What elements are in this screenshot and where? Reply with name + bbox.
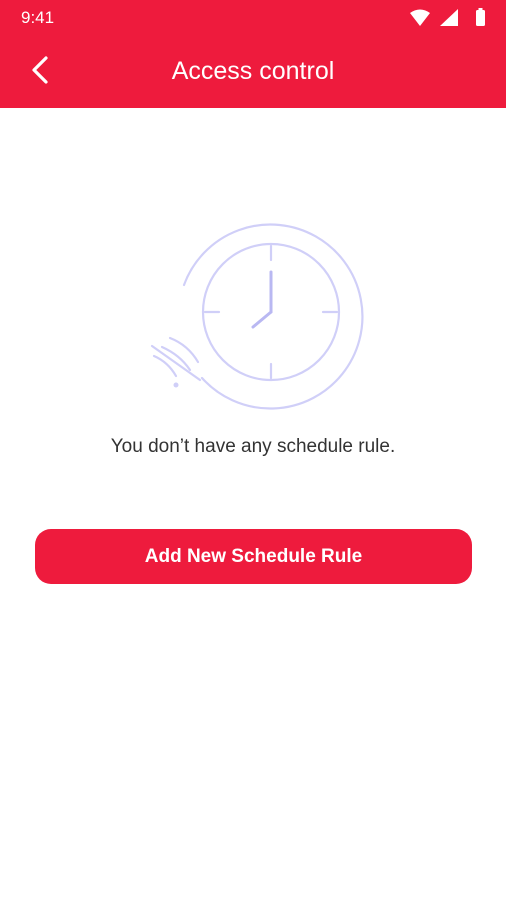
status-icons-svg	[410, 8, 485, 26]
toolbar: Access control	[0, 36, 506, 108]
access-control-screen: 9:41 Access control You don’t have any s…	[0, 0, 506, 900]
battery-icon	[476, 8, 485, 26]
empty-state-message: You don’t have any schedule rule.	[110, 436, 396, 457]
status-bar: 9:41	[0, 0, 506, 36]
clock-icon	[150, 223, 364, 410]
signal-icon	[440, 9, 458, 26]
app-bar: 9:41 Access control	[0, 0, 506, 108]
wifi-icon	[410, 9, 430, 26]
status-time: 9:41	[21, 8, 55, 27]
add-schedule-rule-button[interactable]: Add New Schedule Rule	[35, 529, 472, 584]
status-icons	[408, 7, 492, 29]
page-title: Access control	[171, 57, 335, 85]
empty-state-illustration	[140, 210, 380, 410]
